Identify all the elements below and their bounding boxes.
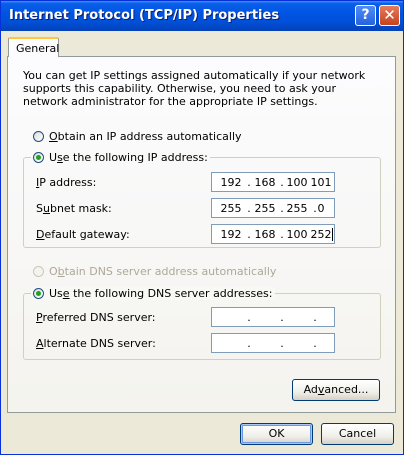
radio-obtain-ip-auto[interactable]: Obtain an IP address automatically — [33, 130, 242, 143]
help-icon: ? — [361, 7, 370, 23]
radio-use-following-dns-label: Use the following DNS server addresses: — [49, 287, 273, 300]
preferred-dns-label: Preferred DNS server: — [36, 311, 156, 324]
ip-octet-1: 192 — [220, 176, 242, 189]
ip-address-label: IP address: — [36, 176, 97, 189]
help-button[interactable]: ? — [355, 5, 376, 26]
title-bar[interactable]: Internet Protocol (TCP/IP) Properties ? … — [1, 1, 403, 31]
gateway-octet-1: 192 — [220, 228, 242, 241]
radio-obtain-dns-auto-label: Obtain DNS server address automatically — [49, 265, 277, 278]
cancel-button[interactable]: Cancel — [321, 423, 394, 445]
description-text: You can get IP settings assigned automat… — [23, 69, 366, 108]
radio-obtain-ip-auto-label: Obtain an IP address automatically — [49, 130, 242, 143]
radio-use-following-ip-label: Use the following IP address: — [49, 151, 208, 164]
ip-octet-2: 168 — [254, 176, 276, 189]
radio-circle — [33, 131, 44, 142]
tab-general-label: General — [16, 42, 60, 55]
radio-obtain-dns-auto[interactable]: Obtain DNS server address automatically — [33, 265, 276, 278]
subnet-mask-label: Subnet mask: — [36, 202, 112, 215]
ok-button[interactable]: OK — [240, 423, 313, 445]
default-gateway-label: Default gateway: — [36, 228, 130, 241]
ip-address-input[interactable]: 192 . 168 . 100 . 101 — [211, 172, 335, 192]
text-caret — [332, 228, 333, 241]
octet-dot: . — [280, 311, 284, 324]
tab-general[interactable]: General — [8, 37, 59, 57]
window-title: Internet Protocol (TCP/IP) Properties — [9, 8, 280, 23]
preferred-dns-input[interactable]: . . . — [211, 307, 335, 327]
alternate-dns-label: Alternate DNS server: — [36, 337, 156, 350]
radio-use-following-ip[interactable]: Use the following IP address: — [31, 151, 210, 164]
advanced-button[interactable]: Advanced... — [292, 379, 380, 401]
radio-circle — [33, 266, 44, 277]
gateway-octet-2: 168 — [254, 228, 276, 241]
close-button[interactable]: ✕ — [379, 5, 400, 26]
octet-dot: . — [247, 311, 251, 324]
octet-dot: . — [313, 311, 317, 324]
subnet-mask-input[interactable]: 255 . 255 . 255 . 0 — [211, 198, 335, 218]
octet-dot: . — [280, 337, 284, 350]
radio-circle-selected — [33, 288, 44, 299]
ip-octet-4: 101 — [310, 176, 332, 189]
radio-use-following-dns[interactable]: Use the following DNS server addresses: — [31, 287, 275, 300]
mask-octet-4: 0 — [317, 202, 325, 215]
gateway-octet-4: 252 — [310, 228, 332, 241]
octet-dot: . — [247, 337, 251, 350]
mask-octet-1: 255 — [220, 202, 242, 215]
alternate-dns-input[interactable]: . . . — [211, 333, 335, 353]
radio-circle-selected — [33, 152, 44, 163]
mask-octet-2: 255 — [254, 202, 276, 215]
close-icon: ✕ — [383, 6, 396, 24]
default-gateway-input[interactable]: 192 . 168 . 100 . 252 — [211, 224, 335, 244]
octet-dot: . — [313, 337, 317, 350]
